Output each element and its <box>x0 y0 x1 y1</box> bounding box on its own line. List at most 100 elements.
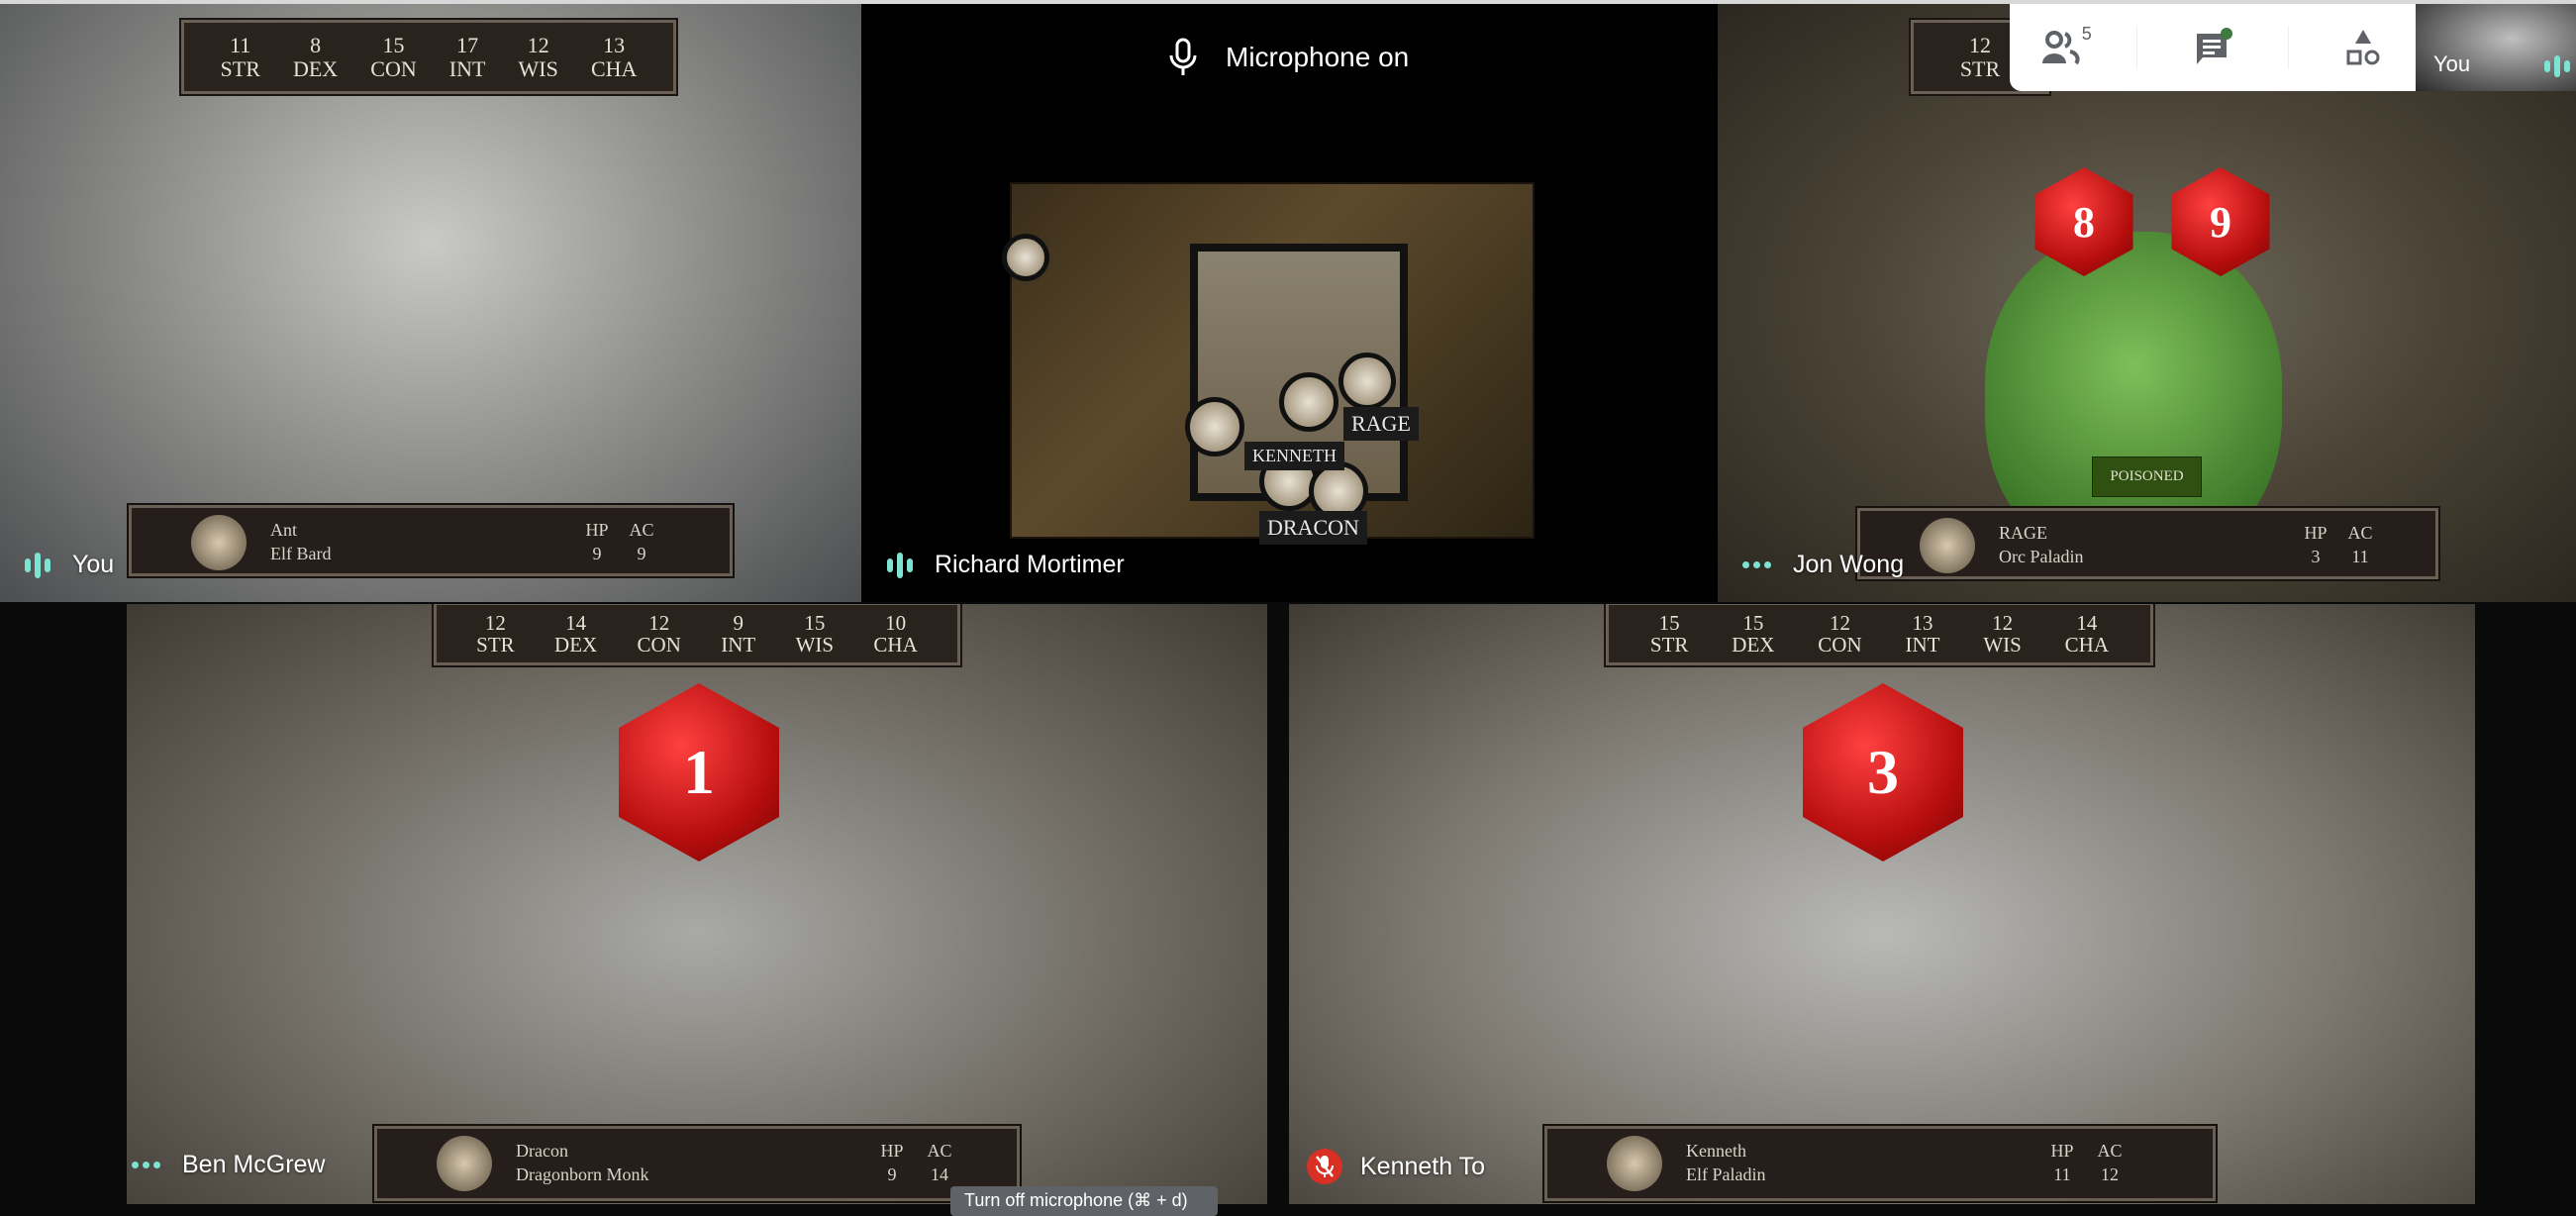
stat-dex: 14 DEX <box>554 612 597 656</box>
character-card: Ant Elf Bard HP AC 9 9 <box>129 505 733 576</box>
stat-label: WIS <box>518 55 558 81</box>
stat-wis: 12 WIS <box>1983 612 2022 656</box>
character-card: RAGE Orc Paladin HP AC 3 11 <box>1857 508 2438 579</box>
map-token <box>1185 397 1244 456</box>
stat-label: CON <box>370 55 417 81</box>
ac-value: 12 <box>2101 1165 2119 1184</box>
character-name: Kenneth <box>1686 1141 1746 1161</box>
ac-label: AC <box>927 1141 952 1161</box>
stat-value: 15 <box>382 33 405 58</box>
stat-cha: 13 CHA <box>591 34 637 79</box>
toast-text: Microphone on <box>1226 42 1410 72</box>
stat-value: 12 <box>648 610 670 635</box>
character-name: Dracon <box>516 1141 568 1161</box>
speaking-indicator-icon <box>887 552 913 578</box>
character-class: Elf Paladin <box>1686 1165 1766 1184</box>
stat-label: DEX <box>554 633 598 657</box>
participant-label: You <box>25 551 114 579</box>
stat-label: DEX <box>1732 633 1775 657</box>
stat-dex: 15 DEX <box>1732 612 1774 656</box>
stat-value: 12 <box>484 610 506 635</box>
activities-button[interactable] <box>2333 18 2393 77</box>
character-portrait <box>437 1136 492 1191</box>
stat-str: 11 STR <box>221 34 260 79</box>
stat-con: 15 CON <box>370 34 416 79</box>
stat-label: CON <box>637 633 681 657</box>
stat-label: INT <box>448 55 486 81</box>
video-tile-ben-mcgrew[interactable]: 12 STR 14 DEX 12 CON 9 INT 15 WIS 10 CHA 1 Dra… <box>127 604 1267 1204</box>
stat-value: 8 <box>310 33 322 58</box>
hp-label: HP <box>585 520 609 540</box>
stat-str: 12 STR <box>476 612 515 656</box>
video-tile-jon-wong[interactable]: 12 STR 8 9 POISONED RAGE Orc Paladin HP A… <box>1718 4 2576 602</box>
character-class: Orc Paladin <box>1999 547 2084 566</box>
stat-value: 12 <box>1968 33 1991 58</box>
stat-label: CHA <box>590 55 638 81</box>
stat-board: 15 STR 15 DEX 12 CON 13 INT 12 WIS 14 CHA <box>1606 604 2153 665</box>
map-label-rage: RAGE <box>1343 407 1419 441</box>
ac-value: 9 <box>637 544 646 563</box>
stat-label: WIS <box>1983 633 2022 657</box>
map-label-kenneth: KENNETH <box>1244 442 1344 470</box>
participant-label: Jon Wong <box>1742 551 1904 579</box>
stat-con: 12 CON <box>1818 612 1861 656</box>
stat-value: 12 <box>527 33 549 58</box>
microphone-tooltip: Turn off microphone (⌘ + d) <box>950 1186 1218 1216</box>
self-view-thumbnail[interactable]: You <box>2416 4 2576 91</box>
character-card: Kenneth Elf Paladin HP AC 11 12 <box>1544 1126 2216 1201</box>
participants-count: 5 <box>2081 24 2092 44</box>
divider <box>2287 26 2289 69</box>
stat-label: CHA <box>2064 633 2110 657</box>
chat-icon <box>2196 28 2232 64</box>
hp-value: 9 <box>887 1165 897 1184</box>
character-portrait <box>191 515 247 570</box>
die-value: 3 <box>1867 737 1899 807</box>
participants-button[interactable]: 5 <box>2032 18 2092 77</box>
stat-value: 12 <box>1829 610 1850 635</box>
participant-name: Ben McGrew <box>182 1151 326 1178</box>
character-name: Ant <box>270 520 297 540</box>
map-label-dracon: DRACON <box>1259 511 1367 545</box>
stat-label: STR <box>476 633 515 657</box>
character-portrait <box>1920 518 1975 573</box>
microphone-icon <box>1169 38 1197 75</box>
character-class: Dragonborn Monk <box>516 1165 649 1184</box>
stat-value: 17 <box>456 33 479 58</box>
participant-name: Jon Wong <box>1793 551 1905 578</box>
stat-value: 12 <box>1992 610 2014 635</box>
video-tile-you[interactable]: 11 STR 8 DEX 15 CON 17 INT 12 WIS 13 CHA Ant E… <box>0 4 861 602</box>
video-tile-kenneth-to[interactable]: 15 STR 15 DEX 12 CON 13 INT 12 WIS 14 CHA 3 Ke… <box>1289 604 2475 1204</box>
video-tile-richard-mortimer[interactable]: RAGE KENNETH DRACON Richard Mortimer <box>861 4 1718 602</box>
participant-label: Richard Mortimer <box>887 551 1125 579</box>
stat-label: CON <box>1818 633 1862 657</box>
stat-label: STR <box>220 55 260 81</box>
participant-name: Kenneth To <box>1360 1152 1486 1180</box>
stat-label: STR <box>1959 55 2001 81</box>
ac-value: 14 <box>931 1165 948 1184</box>
ac-value: 11 <box>2351 547 2369 566</box>
map-token <box>1002 234 1049 281</box>
stat-label: STR <box>1649 633 1689 657</box>
hp-value: 11 <box>2053 1165 2071 1184</box>
stat-int: 13 INT <box>1905 612 1939 656</box>
stat-cha: 14 CHA <box>2065 612 2109 656</box>
stat-value: 14 <box>565 610 587 635</box>
hp-value: 3 <box>2311 547 2321 566</box>
stat-value: 11 <box>230 33 251 58</box>
divider <box>2136 26 2138 69</box>
meeting-controls-panel: 5 <box>2010 4 2416 91</box>
stat-dex: 8 DEX <box>293 34 338 79</box>
stat-board: 11 STR 8 DEX 15 CON 17 INT 12 WIS 13 CHA <box>181 20 676 94</box>
stat-label: CHA <box>873 633 918 657</box>
speaking-indicator-icon <box>25 552 50 578</box>
stat-str: 12 STR <box>1960 34 2000 79</box>
stat-value: 10 <box>885 610 907 635</box>
die-value: 1 <box>683 737 715 807</box>
hp-value: 9 <box>592 544 602 563</box>
idle-indicator-icon <box>1742 561 1771 568</box>
ac-label: AC <box>629 520 654 540</box>
chat-button[interactable] <box>2183 18 2242 77</box>
stat-int: 17 INT <box>449 34 486 79</box>
stat-wis: 15 WIS <box>796 612 835 656</box>
stat-value: 13 <box>1912 610 1933 635</box>
